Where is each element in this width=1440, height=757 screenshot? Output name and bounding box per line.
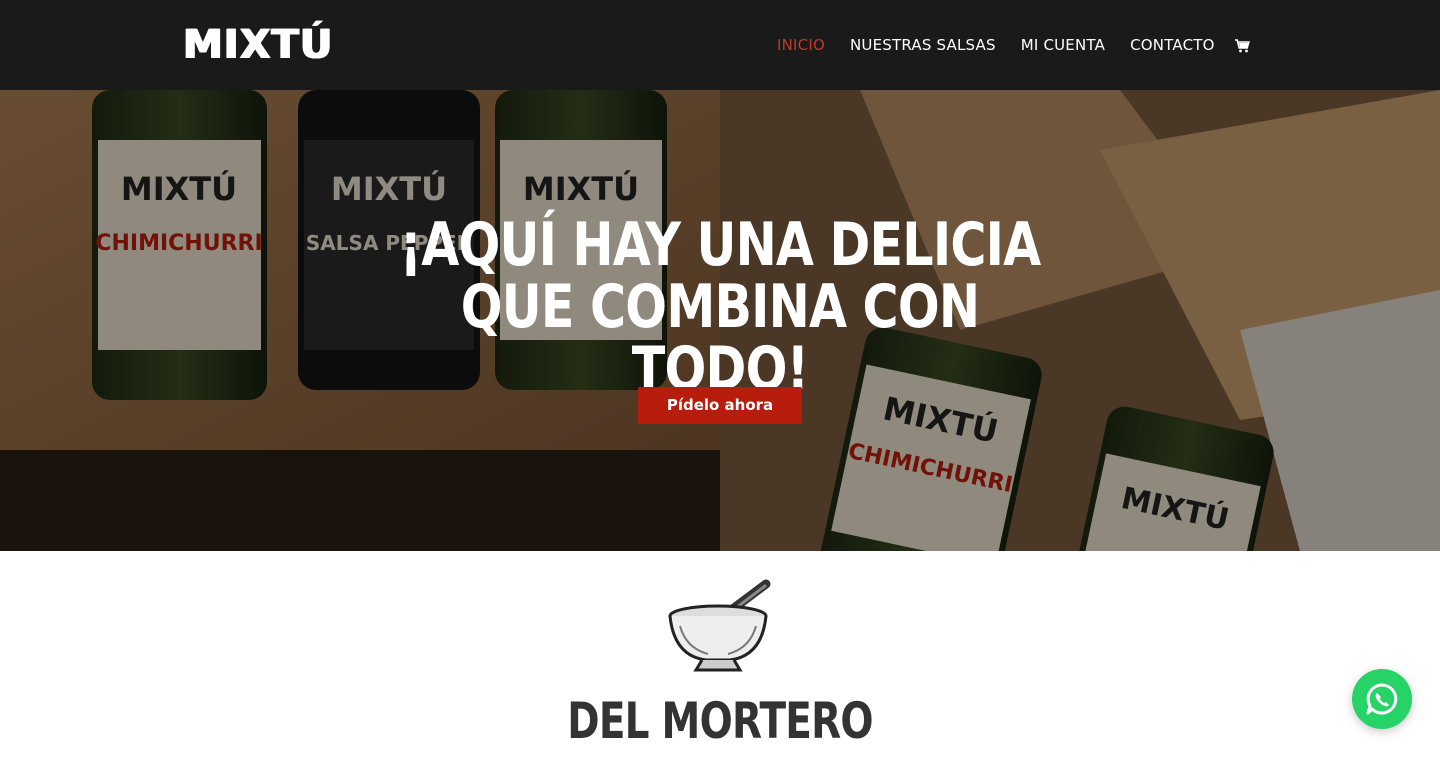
hero-banner: MIXTÚ CHIMICHURRI MIXTÚ SALSA PEPPER MIX… [0,90,1440,551]
main-nav: INICIO NUESTRAS SALSAS MI CUENTA CONTACT… [777,33,1240,57]
hero-title-line-1: ¡AQUÍ HAY UNA DELICIA [399,210,1042,280]
nav-item-mi-cuenta[interactable]: MI CUENTA [1021,33,1105,57]
whatsapp-icon [1366,683,1398,715]
site-header: MIXTÚ INICIO NUESTRAS SALSAS MI CUENTA C… [0,0,1440,90]
hero-title: ¡AQUÍ HAY UNA DELICIA QUE COMBINA CON TO… [392,214,1048,400]
order-now-button[interactable]: Pídelo ahora [638,387,802,424]
section-title: DEL MORTERO [567,692,873,750]
mortar-and-pestle-icon [668,579,771,672]
nav-item-nuestras-salsas[interactable]: NUESTRAS SALSAS [850,33,996,57]
hero-title-line-2: QUE COMBINA CON TODO! [460,272,980,404]
nav-item-contacto[interactable]: CONTACTO [1130,33,1215,57]
nav-item-inicio[interactable]: INICIO [777,33,825,57]
whatsapp-button[interactable] [1352,669,1412,729]
shopping-cart-icon[interactable] [1234,38,1250,54]
site-logo[interactable]: MIXTÚ [183,20,333,70]
